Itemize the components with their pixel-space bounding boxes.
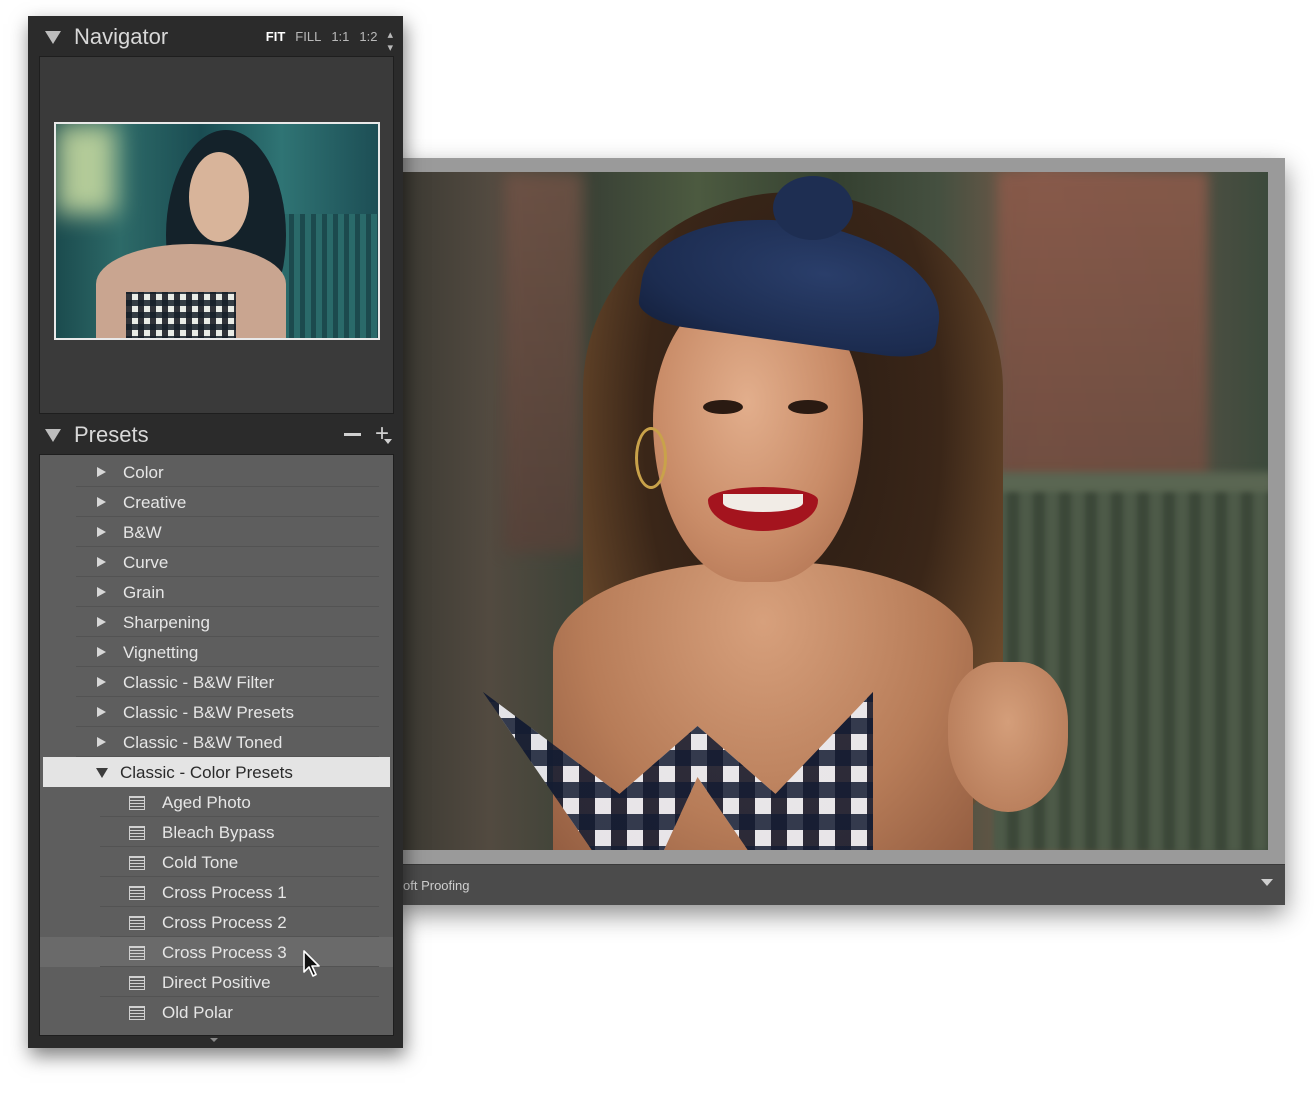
folder-expanded-arrow-icon [96, 768, 108, 778]
minus-icon[interactable] [344, 433, 361, 436]
navigator-thumbnail[interactable] [54, 122, 380, 340]
preset-list-icon [129, 976, 145, 990]
presets-title: Presets [74, 422, 149, 447]
zoom-options: FIT FILL 1:1 1:2 ▴ ▾ [266, 29, 393, 55]
preset-folder[interactable]: Classic - B&W Toned [40, 727, 393, 757]
folder-arrow-icon [97, 497, 106, 507]
folder-arrow-icon [97, 737, 106, 747]
preset-folder[interactable]: Vignetting [40, 637, 393, 667]
add-dropdown-caret-icon[interactable] [384, 439, 392, 444]
image-window: oft Proofing [395, 158, 1285, 905]
preset-list-icon [129, 856, 145, 870]
preset-item[interactable]: Direct Positive [40, 967, 393, 997]
toolbar-menu-chevron-icon[interactable] [1261, 879, 1273, 886]
arrow-cursor-icon [303, 950, 320, 977]
folder-arrow-icon [97, 707, 106, 717]
preset-folder[interactable]: B&W [40, 517, 393, 547]
folder-arrow-icon [97, 647, 106, 657]
preset-list-icon [129, 946, 145, 960]
zoom-fill[interactable]: FILL [295, 29, 321, 55]
collapse-triangle-icon[interactable] [45, 31, 61, 44]
zoom-1-2[interactable]: 1:2 [359, 29, 377, 55]
folder-arrow-icon [97, 617, 106, 627]
folder-arrow-icon [97, 677, 106, 687]
image-toolbar: oft Proofing [395, 864, 1285, 905]
preset-list-icon [129, 826, 145, 840]
preset-list-icon [129, 796, 145, 810]
folder-arrow-icon [97, 527, 106, 537]
folder-arrow-icon [97, 557, 106, 567]
collapse-triangle-icon[interactable] [45, 429, 61, 442]
preset-item[interactable]: Cross Process 2 [40, 907, 393, 937]
preset-item[interactable]: Aged Photo [40, 787, 393, 817]
preset-folder-open[interactable]: Classic - Color Presets [43, 757, 390, 787]
preset-folder[interactable]: Grain [40, 577, 393, 607]
preset-item[interactable]: Old Polar [40, 997, 393, 1027]
preset-list-icon [129, 1006, 145, 1020]
navigator-preview [39, 56, 394, 414]
zoom-fit[interactable]: FIT [266, 29, 286, 55]
preset-list-icon [129, 916, 145, 930]
preset-folder[interactable]: Curve [40, 547, 393, 577]
navigator-header[interactable]: Navigator FIT FILL 1:1 1:2 ▴ ▾ [28, 16, 403, 56]
preset-item[interactable]: Cross Process 1 [40, 877, 393, 907]
navigator-title: Navigator [74, 24, 169, 49]
preset-item[interactable]: Cold Tone [40, 847, 393, 877]
soft-proofing-toggle[interactable]: oft Proofing [403, 878, 470, 893]
folder-arrow-icon [97, 467, 106, 477]
folder-arrow-icon [97, 587, 106, 597]
preset-item-hovered[interactable]: Cross Process 3 [40, 937, 393, 967]
preset-folder[interactable]: Classic - B&W Presets [40, 697, 393, 727]
preset-list-icon [129, 886, 145, 900]
left-panel: Navigator FIT FILL 1:1 1:2 ▴ ▾ Presets + … [28, 16, 403, 1048]
presets-header[interactable]: Presets + [28, 414, 403, 454]
preset-folder[interactable]: Color [40, 457, 393, 487]
preset-folder[interactable]: Classic - B&W Filter [40, 667, 393, 697]
presets-list: Color Creative B&W Curve Grain Sharpenin… [39, 454, 394, 1036]
zoom-1-1[interactable]: 1:1 [331, 29, 349, 55]
preset-item[interactable]: Bleach Bypass [40, 817, 393, 847]
preset-folder[interactable]: Sharpening [40, 607, 393, 637]
zoom-stepper-icon[interactable]: ▴ ▾ [387, 29, 393, 55]
main-photo[interactable] [403, 172, 1268, 850]
preset-folder[interactable]: Creative [40, 487, 393, 517]
scroll-down-caret-icon[interactable] [210, 1038, 218, 1042]
